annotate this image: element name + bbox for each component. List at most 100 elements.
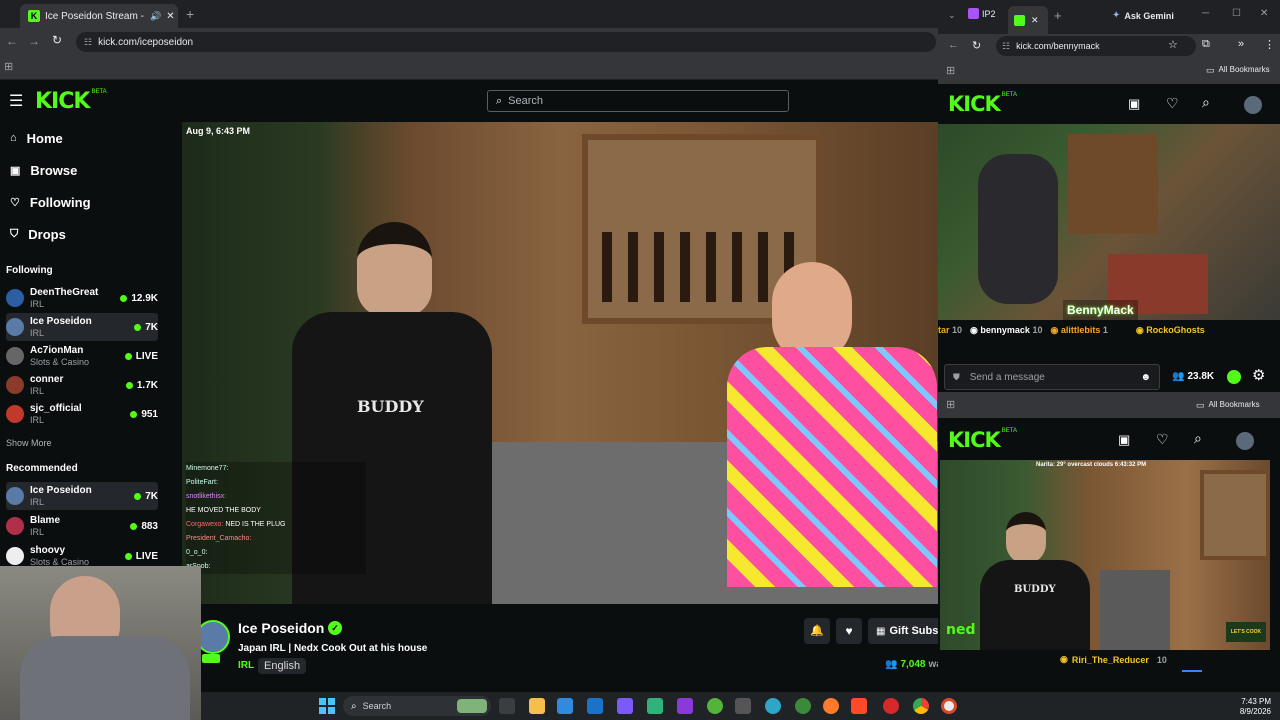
gifter-bar: ◉ Riri_The_Reducer 10: [1060, 654, 1167, 665]
viewer-count: 👥 23.8K: [1172, 371, 1215, 382]
search-highlight-icon: [457, 699, 487, 713]
new-tab-icon[interactable]: +: [186, 6, 194, 22]
bookmark-star-icon[interactable]: ☆: [1168, 38, 1178, 51]
new-tab-icon[interactable]: +: [1054, 8, 1062, 23]
heart-icon[interactable]: ♡: [1166, 95, 1179, 112]
overflow-icon[interactable]: »: [1238, 38, 1244, 50]
apps-grid-icon[interactable]: ⊞: [946, 64, 955, 77]
apps-grid-icon[interactable]: ⊞: [4, 60, 13, 73]
xbox-app-icon[interactable]: [795, 698, 811, 714]
task-view-icon[interactable]: [499, 698, 515, 714]
ask-gemini-button[interactable]: ✦ Ask Gemini: [1112, 10, 1174, 21]
site-info-icon[interactable]: ☷: [84, 37, 92, 48]
nav-browse[interactable]: ▣ Browse: [0, 154, 164, 186]
tab-search-icon[interactable]: ⌄: [948, 10, 956, 21]
record-icon[interactable]: [883, 698, 899, 714]
language-tag[interactable]: English: [258, 658, 307, 674]
recommended-item[interactable]: Ice Poseidon IRL 7K: [6, 482, 158, 510]
browse-icon[interactable]: ▣: [1128, 96, 1140, 112]
speaker-icon[interactable]: 🔊: [150, 11, 161, 22]
brave-icon[interactable]: [851, 698, 867, 714]
firefox-icon[interactable]: [823, 698, 839, 714]
store-icon[interactable]: [557, 698, 573, 714]
all-bookmarks[interactable]: ▭ All Bookmarks: [1196, 400, 1260, 411]
app-grid-icon[interactable]: [617, 698, 633, 714]
tab-ip2[interactable]: IP2: [968, 8, 996, 19]
kick-logo[interactable]: KICK BETA: [948, 92, 1017, 116]
recommended-heading: Recommended: [6, 463, 78, 474]
xbox-icon[interactable]: [707, 698, 723, 714]
heart-icon: ♡: [10, 196, 20, 209]
video-player[interactable]: BennyMack: [938, 124, 1280, 320]
kick-logo[interactable]: KICK BETA: [35, 89, 107, 114]
terminal-icon[interactable]: [647, 698, 663, 714]
address-bar[interactable]: ☷ kick.com/iceposeidon: [76, 32, 936, 52]
following-item[interactable]: sjc_official IRL 951: [6, 400, 158, 428]
file-explorer-icon[interactable]: [529, 698, 545, 714]
person-right-image: [722, 262, 938, 604]
edge-icon[interactable]: [765, 698, 781, 714]
onenote-icon[interactable]: [677, 698, 693, 714]
apps-grid-icon[interactable]: ⊞: [946, 398, 955, 411]
following-item[interactable]: Ac7ionMan Slots & Casino LIVE: [6, 342, 158, 370]
close-icon[interactable]: ✕: [1031, 15, 1039, 26]
settings-gear-icon[interactable]: ⚙: [1252, 366, 1265, 384]
chrome-icon[interactable]: [913, 698, 929, 714]
video-player[interactable]: BUDDY Aug 9, 6:43 PM Minemone77: PoliteF…: [182, 122, 938, 604]
nav-home[interactable]: ⌂ Home: [0, 122, 164, 154]
follow-heart-button[interactable]: ♥: [836, 618, 862, 644]
chat-line: arSnob:: [186, 560, 366, 574]
obs-icon[interactable]: [941, 698, 957, 714]
back-icon[interactable]: ←: [6, 34, 18, 48]
nav-following[interactable]: ♡ Following: [0, 186, 164, 218]
avatar[interactable]: [1236, 432, 1254, 450]
minimize-icon[interactable]: ─: [1202, 8, 1209, 19]
notification-button[interactable]: 🔔: [804, 618, 830, 644]
kick-logo[interactable]: KICK BETA: [948, 428, 1017, 452]
streamer-name[interactable]: Ice Poseidon: [238, 620, 324, 636]
nav-drops[interactable]: ⛉ Drops: [0, 218, 164, 250]
chat-line: HE MOVED THE BODY: [186, 507, 261, 514]
following-item[interactable]: conner IRL 1.7K: [6, 371, 158, 399]
ned-logo: ned: [946, 622, 976, 638]
streamer-avatar[interactable]: [196, 620, 230, 654]
reload-icon[interactable]: ↻: [972, 39, 981, 52]
browse-icon[interactable]: ▣: [1118, 432, 1130, 448]
address-bar[interactable]: ☷ kick.com/bennymack: [996, 36, 1196, 56]
all-bookmarks[interactable]: ▭ All Bookmarks: [1206, 65, 1270, 76]
clock[interactable]: 7:43 PM 8/9/2026: [1227, 697, 1271, 717]
menu-dots-icon[interactable]: ⋮: [1264, 38, 1275, 51]
chat-line: snotlikethisx:: [186, 493, 227, 500]
gift-icon: ▦: [876, 625, 886, 637]
forward-icon[interactable]: →: [28, 34, 40, 48]
back-icon[interactable]: ←: [948, 39, 959, 51]
following-item[interactable]: Ice Poseidon IRL 7K: [6, 313, 158, 341]
search-icon[interactable]: ⌕: [1194, 430, 1202, 447]
menu-icon[interactable]: ☰: [9, 91, 23, 111]
gift-subs-button[interactable]: ▦ Gift Subs: [868, 618, 938, 644]
start-button[interactable]: [319, 698, 335, 714]
search-icon[interactable]: ⌕: [1202, 94, 1210, 111]
taskbar-search[interactable]: ⌕ Search: [343, 696, 491, 716]
following-item[interactable]: DeenTheGreat IRL 12.9K: [6, 284, 158, 312]
chat-line: President_Camacho:: [186, 535, 252, 542]
app-icon[interactable]: [735, 698, 751, 714]
close-window-icon[interactable]: ✕: [1260, 8, 1268, 19]
search-input[interactable]: ⌕ Search: [487, 90, 789, 112]
maximize-icon[interactable]: ☐: [1232, 8, 1241, 19]
show-more-link[interactable]: Show More: [6, 438, 52, 448]
outlook-icon[interactable]: [587, 698, 603, 714]
category-link[interactable]: IRL: [238, 660, 254, 671]
recommended-item[interactable]: Blame IRL 883: [6, 512, 158, 540]
chat-input[interactable]: ⛊ Send a message ☻: [944, 364, 1160, 390]
tab-active[interactable]: K Ice Poseidon Stream - Wat... 🔊 ✕: [20, 4, 178, 28]
close-icon[interactable]: ✕: [166, 11, 174, 22]
extensions-icon[interactable]: ⧉: [1202, 38, 1210, 51]
emote-icon[interactable]: ☻: [1140, 372, 1151, 383]
avatar[interactable]: [1244, 96, 1262, 114]
reload-icon[interactable]: ↻: [52, 33, 62, 47]
video-player[interactable]: Narita: 29° overcast clouds 6:43:32 PM B…: [940, 460, 1270, 650]
tab-kick-active[interactable]: ✕: [1008, 6, 1048, 34]
kick-coin-icon[interactable]: [1227, 370, 1241, 384]
heart-icon[interactable]: ♡: [1156, 431, 1169, 448]
